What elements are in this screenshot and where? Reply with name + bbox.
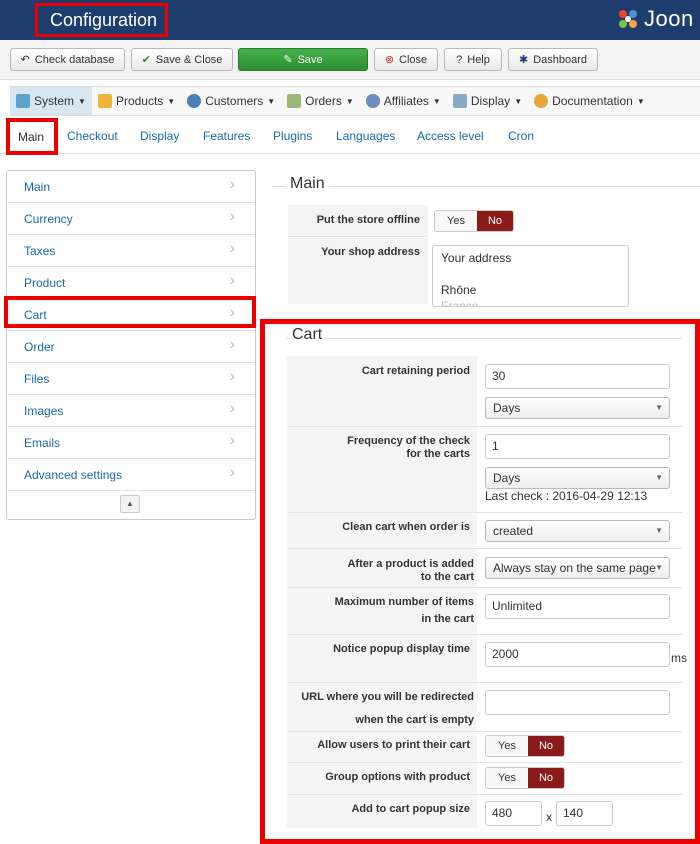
caret-down-icon: ▼: [514, 96, 523, 106]
header-bar: Configuration Joon: [0, 0, 700, 40]
tab-checkout[interactable]: Checkout: [67, 129, 118, 143]
sidebar-nav: Main › Currency › Taxes › Product › Cart › Or…: [6, 170, 256, 520]
chevron-right-icon: ›: [229, 432, 235, 449]
chevron-right-icon: ›: [229, 240, 235, 257]
close-button[interactable]: ⊗ Close: [374, 48, 438, 71]
offline-yes[interactable]: Yes: [435, 211, 477, 231]
sidebar-item-main[interactable]: Main ›: [7, 171, 255, 203]
chevron-right-icon: ›: [229, 336, 235, 353]
caret-down-icon: ▼: [345, 96, 354, 106]
chevron-right-icon: ›: [229, 176, 235, 193]
tab-access-level[interactable]: Access level: [417, 129, 484, 143]
save-close-button[interactable]: ✔ Save & Close: [131, 48, 233, 71]
tab-display[interactable]: Display: [140, 129, 179, 143]
chevron-right-icon: ›: [229, 368, 235, 385]
sidebar-cart-highlight: [4, 296, 256, 328]
sidebar-item-currency[interactable]: Currency ›: [7, 203, 255, 235]
offline-no[interactable]: No: [477, 211, 513, 231]
help-icon: ?: [456, 53, 463, 66]
menu-customers[interactable]: Customers ▼: [181, 87, 281, 115]
products-icon: [97, 94, 112, 108]
offline-label: Put the store offline: [316, 214, 420, 226]
help-button[interactable]: ? Help: [444, 48, 502, 71]
dashboard-button[interactable]: ✱ Dashboard: [508, 48, 598, 71]
eject-icon: ▲: [126, 499, 134, 508]
tab-features[interactable]: Features: [203, 129, 250, 143]
page-title: Configuration: [35, 3, 168, 37]
cart-section-highlight: [260, 319, 700, 844]
caret-down-icon: ▼: [267, 96, 276, 106]
address-label: Your shop address: [321, 246, 420, 258]
offline-toggle[interactable]: Yes No: [434, 210, 514, 232]
caret-down-icon: ▼: [78, 96, 86, 106]
arrow-back-icon: ↶: [20, 54, 30, 66]
menu-products[interactable]: Products ▼: [92, 87, 181, 115]
caret-down-icon: ▼: [432, 96, 441, 106]
sidebar-item-taxes[interactable]: Taxes ›: [7, 235, 255, 267]
tab-cron[interactable]: Cron: [508, 129, 534, 143]
wrench-icon: [16, 94, 30, 108]
dashboard-icon: ✱: [518, 54, 529, 66]
menu-system[interactable]: System ▼: [10, 87, 92, 115]
tab-plugins[interactable]: Plugins: [273, 129, 312, 143]
main-menu-bar: System ▼ Products ▼ Customers ▼ Orders ▼ Aff…: [10, 86, 700, 116]
check-database-button[interactable]: ↶ Check database: [10, 48, 125, 71]
caret-down-icon: ▼: [167, 96, 176, 106]
chevron-right-icon: ›: [229, 272, 235, 289]
affiliates-icon: [365, 94, 380, 108]
tab-main[interactable]: Main: [6, 118, 58, 155]
sidebar-item-files[interactable]: Files ›: [7, 363, 255, 395]
sidebar-item-images[interactable]: Images ›: [7, 395, 255, 427]
save-button[interactable]: ✎ Save: [238, 48, 368, 71]
joomla-logo-icon: [619, 10, 637, 28]
chevron-right-icon: ›: [229, 400, 235, 417]
menu-orders[interactable]: Orders ▼: [281, 87, 360, 115]
main-legend-line: [272, 186, 700, 187]
orders-icon: [287, 94, 302, 108]
chevron-right-icon: ›: [229, 464, 235, 481]
brand-name: Joon: [644, 6, 694, 31]
menu-display[interactable]: Display ▼: [447, 87, 528, 115]
display-icon: [452, 94, 467, 108]
menu-affiliates[interactable]: Affiliates ▼: [360, 87, 447, 115]
menu-documentation[interactable]: Documentation ▼: [528, 87, 651, 115]
documentation-icon: [534, 94, 549, 108]
edit-icon: ✎: [283, 54, 293, 66]
config-tabs: Checkout Display Features Plugins Langua…: [0, 118, 700, 154]
shop-address-textarea[interactable]: Your address Rhône France: [432, 245, 629, 307]
caret-down-icon: ▼: [636, 96, 645, 106]
customers-icon: [187, 94, 202, 108]
sidebar-item-emails[interactable]: Emails ›: [7, 427, 255, 459]
toolbar: ↶ Check database ✔ Save & Close ✎ Save ⊗…: [0, 40, 700, 80]
brand-logo: Joon: [616, 5, 694, 33]
collapse-sidebar-button[interactable]: ▲: [120, 495, 140, 513]
close-circle-icon: ⊗: [384, 54, 395, 66]
sidebar-item-product[interactable]: Product ›: [7, 267, 255, 299]
tab-languages[interactable]: Languages: [336, 129, 395, 143]
checkmark-icon: ✔: [141, 54, 151, 66]
main-legend: Main: [286, 175, 329, 193]
chevron-right-icon: ›: [229, 208, 235, 225]
sidebar-item-order[interactable]: Order ›: [7, 331, 255, 363]
sidebar-item-advanced-settings[interactable]: Advanced settings ›: [7, 459, 255, 491]
